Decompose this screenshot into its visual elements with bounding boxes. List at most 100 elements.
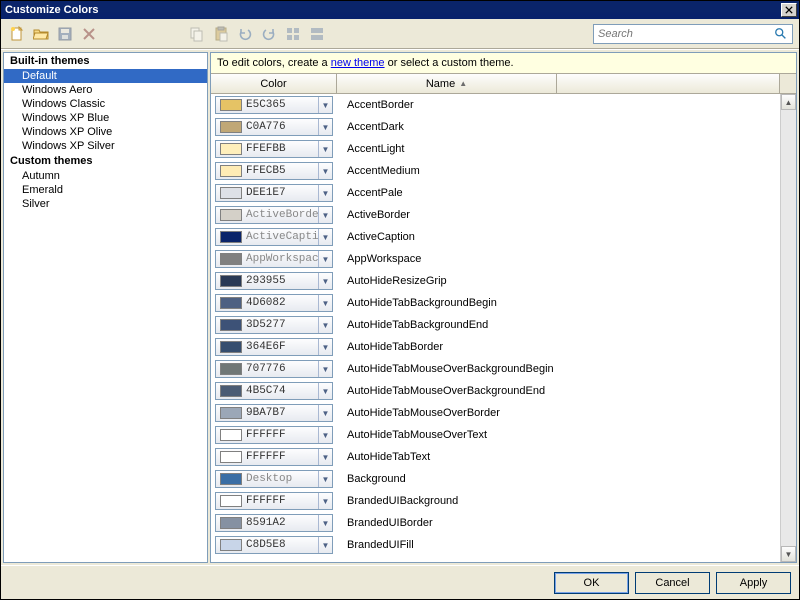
column-header-name[interactable]: Name▲ bbox=[337, 74, 557, 93]
chevron-down-icon[interactable]: ▼ bbox=[318, 273, 332, 289]
chevron-down-icon[interactable]: ▼ bbox=[318, 383, 332, 399]
open-folder-icon bbox=[33, 26, 49, 42]
sidebar-item[interactable]: Windows Aero bbox=[4, 83, 207, 97]
chevron-down-icon[interactable]: ▼ bbox=[318, 427, 332, 443]
color-dropdown[interactable]: 4B5C74▼ bbox=[215, 382, 333, 400]
color-dropdown[interactable]: ActiveBorder▼ bbox=[215, 206, 333, 224]
undo-button[interactable] bbox=[235, 24, 255, 44]
chevron-down-icon[interactable]: ▼ bbox=[318, 515, 332, 531]
color-dropdown[interactable]: FFEFBB▼ bbox=[215, 140, 333, 158]
chevron-down-icon[interactable]: ▼ bbox=[318, 141, 332, 157]
color-row[interactable]: C8D5E8▼BrandedUIFill bbox=[211, 534, 796, 556]
color-row[interactable]: 293955▼AutoHideResizeGrip bbox=[211, 270, 796, 292]
color-dropdown[interactable]: DEE1E7▼ bbox=[215, 184, 333, 202]
search-box[interactable] bbox=[593, 24, 793, 44]
chevron-down-icon[interactable]: ▼ bbox=[318, 493, 332, 509]
titlebar[interactable]: Customize Colors bbox=[1, 1, 799, 19]
color-dropdown[interactable]: 4D6082▼ bbox=[215, 294, 333, 312]
color-row[interactable]: E5C365▼AccentBorder bbox=[211, 94, 796, 116]
cancel-button[interactable]: Cancel bbox=[635, 572, 710, 594]
sidebar-item[interactable]: Default bbox=[4, 69, 207, 83]
new-button[interactable] bbox=[7, 24, 27, 44]
color-dropdown[interactable]: FFFFFF▼ bbox=[215, 492, 333, 510]
theme-sidebar[interactable]: Built-in themesDefaultWindows AeroWindow… bbox=[3, 52, 208, 563]
color-dropdown[interactable]: C0A776▼ bbox=[215, 118, 333, 136]
chevron-down-icon[interactable]: ▼ bbox=[318, 317, 332, 333]
color-row[interactable]: 4B5C74▼AutoHideTabMouseOverBackgroundEnd bbox=[211, 380, 796, 402]
chevron-down-icon[interactable]: ▼ bbox=[318, 163, 332, 179]
color-row[interactable]: ActiveCaption▼ActiveCaption bbox=[211, 226, 796, 248]
main-panel: To edit colors, create a new theme or se… bbox=[210, 52, 797, 563]
view-large-button[interactable] bbox=[307, 24, 327, 44]
chevron-down-icon[interactable]: ▼ bbox=[318, 339, 332, 355]
color-row[interactable]: 8591A2▼BrandedUIBorder bbox=[211, 512, 796, 534]
redo-button[interactable] bbox=[259, 24, 279, 44]
search-input[interactable] bbox=[598, 26, 774, 42]
color-dropdown[interactable]: FFECB5▼ bbox=[215, 162, 333, 180]
chevron-down-icon[interactable]: ▼ bbox=[318, 119, 332, 135]
save-button[interactable] bbox=[55, 24, 75, 44]
chevron-down-icon[interactable]: ▼ bbox=[318, 229, 332, 245]
color-row[interactable]: C0A776▼AccentDark bbox=[211, 116, 796, 138]
color-dropdown[interactable]: Desktop▼ bbox=[215, 470, 333, 488]
open-button[interactable] bbox=[31, 24, 51, 44]
color-row[interactable]: 707776▼AutoHideTabMouseOverBackgroundBeg… bbox=[211, 358, 796, 380]
color-row[interactable]: 3D5277▼AutoHideTabBackgroundEnd bbox=[211, 314, 796, 336]
chevron-down-icon[interactable]: ▼ bbox=[318, 449, 332, 465]
chevron-down-icon[interactable]: ▼ bbox=[318, 251, 332, 267]
chevron-down-icon[interactable]: ▼ bbox=[318, 185, 332, 201]
color-row[interactable]: FFFFFF▼AutoHideTabMouseOverText bbox=[211, 424, 796, 446]
sidebar-item[interactable]: Windows XP Blue bbox=[4, 111, 207, 125]
color-dropdown[interactable]: AppWorkspace▼ bbox=[215, 250, 333, 268]
color-dropdown[interactable]: E5C365▼ bbox=[215, 96, 333, 114]
chevron-down-icon[interactable]: ▼ bbox=[318, 405, 332, 421]
color-row[interactable]: 4D6082▼AutoHideTabBackgroundBegin bbox=[211, 292, 796, 314]
ok-button[interactable]: OK bbox=[554, 572, 629, 594]
color-row[interactable]: FFECB5▼AccentMedium bbox=[211, 160, 796, 182]
chevron-down-icon[interactable]: ▼ bbox=[318, 97, 332, 113]
copy-button[interactable] bbox=[187, 24, 207, 44]
color-row[interactable]: 9BA7B7▼AutoHideTabMouseOverBorder bbox=[211, 402, 796, 424]
sidebar-item[interactable]: Windows Classic bbox=[4, 97, 207, 111]
color-row[interactable]: FFFFFF▼BrandedUIBackground bbox=[211, 490, 796, 512]
paste-button[interactable] bbox=[211, 24, 231, 44]
color-dropdown[interactable]: ActiveCaption▼ bbox=[215, 228, 333, 246]
color-dropdown[interactable]: 9BA7B7▼ bbox=[215, 404, 333, 422]
color-row[interactable]: Desktop▼Background bbox=[211, 468, 796, 490]
color-dropdown[interactable]: 707776▼ bbox=[215, 360, 333, 378]
color-dropdown[interactable]: C8D5E8▼ bbox=[215, 536, 333, 554]
color-dropdown[interactable]: 364E6F▼ bbox=[215, 338, 333, 356]
copy-icon bbox=[189, 26, 205, 42]
view-small-button[interactable] bbox=[283, 24, 303, 44]
new-theme-link[interactable]: new theme bbox=[331, 57, 385, 69]
close-button[interactable] bbox=[781, 3, 797, 17]
sidebar-item[interactable]: Windows XP Olive bbox=[4, 125, 207, 139]
color-row[interactable]: ActiveBorder▼ActiveBorder bbox=[211, 204, 796, 226]
color-dropdown[interactable]: FFFFFF▼ bbox=[215, 448, 333, 466]
color-row[interactable]: DEE1E7▼AccentPale bbox=[211, 182, 796, 204]
color-dropdown[interactable]: 3D5277▼ bbox=[215, 316, 333, 334]
sidebar-item[interactable]: Silver bbox=[4, 197, 207, 211]
color-row[interactable]: AppWorkspace▼AppWorkspace bbox=[211, 248, 796, 270]
chevron-down-icon[interactable]: ▼ bbox=[318, 361, 332, 377]
vertical-scrollbar[interactable]: ▲ ▼ bbox=[780, 94, 796, 562]
chevron-down-icon[interactable]: ▼ bbox=[318, 295, 332, 311]
scroll-up-button[interactable]: ▲ bbox=[781, 94, 796, 110]
chevron-down-icon[interactable]: ▼ bbox=[318, 207, 332, 223]
apply-button[interactable]: Apply bbox=[716, 572, 791, 594]
sidebar-item[interactable]: Autumn bbox=[4, 169, 207, 183]
delete-button[interactable] bbox=[79, 24, 99, 44]
color-row[interactable]: FFFFFF▼AutoHideTabText bbox=[211, 446, 796, 468]
column-header-spacer[interactable] bbox=[557, 74, 780, 93]
color-dropdown[interactable]: 8591A2▼ bbox=[215, 514, 333, 532]
sidebar-item[interactable]: Windows XP Silver bbox=[4, 139, 207, 153]
column-header-color[interactable]: Color bbox=[211, 74, 337, 93]
color-row[interactable]: FFEFBB▼AccentLight bbox=[211, 138, 796, 160]
chevron-down-icon[interactable]: ▼ bbox=[318, 537, 332, 553]
color-dropdown[interactable]: FFFFFF▼ bbox=[215, 426, 333, 444]
color-row[interactable]: 364E6F▼AutoHideTabBorder bbox=[211, 336, 796, 358]
color-dropdown[interactable]: 293955▼ bbox=[215, 272, 333, 290]
scroll-down-button[interactable]: ▼ bbox=[781, 546, 796, 562]
chevron-down-icon[interactable]: ▼ bbox=[318, 471, 332, 487]
sidebar-item[interactable]: Emerald bbox=[4, 183, 207, 197]
